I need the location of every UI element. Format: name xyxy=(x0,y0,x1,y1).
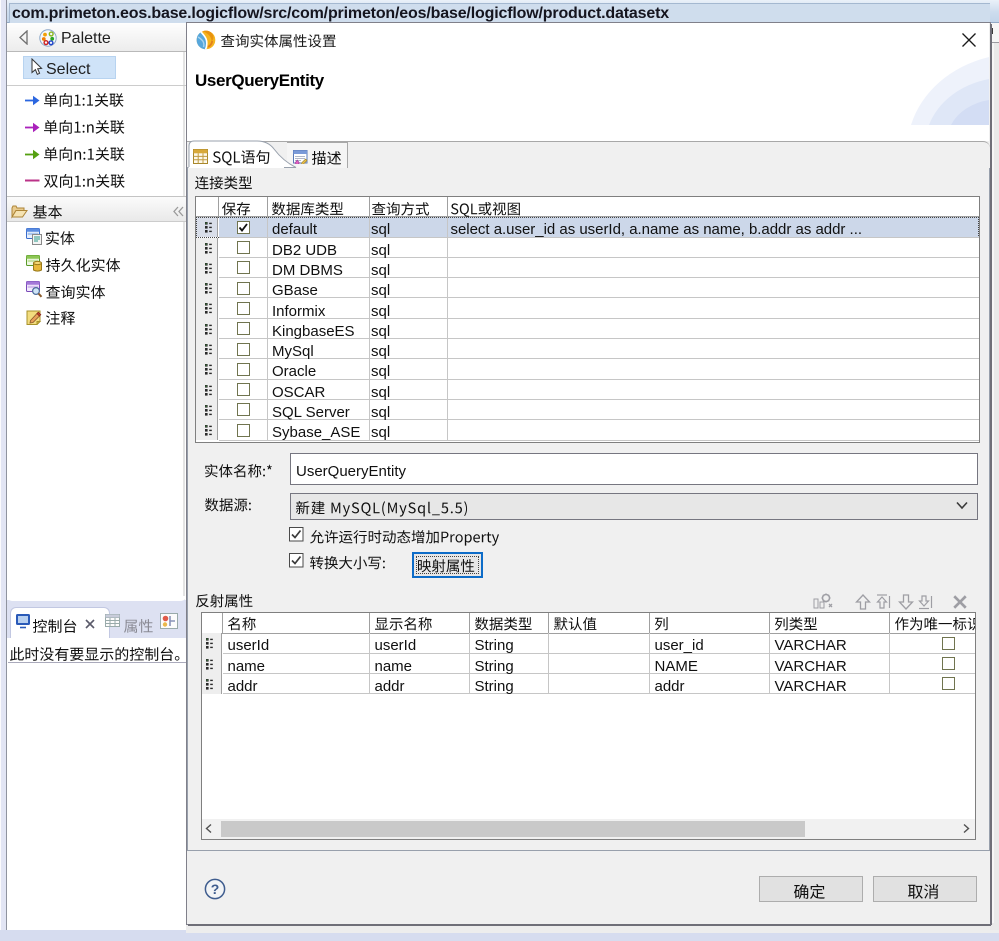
svg-text:?: ? xyxy=(211,881,220,897)
